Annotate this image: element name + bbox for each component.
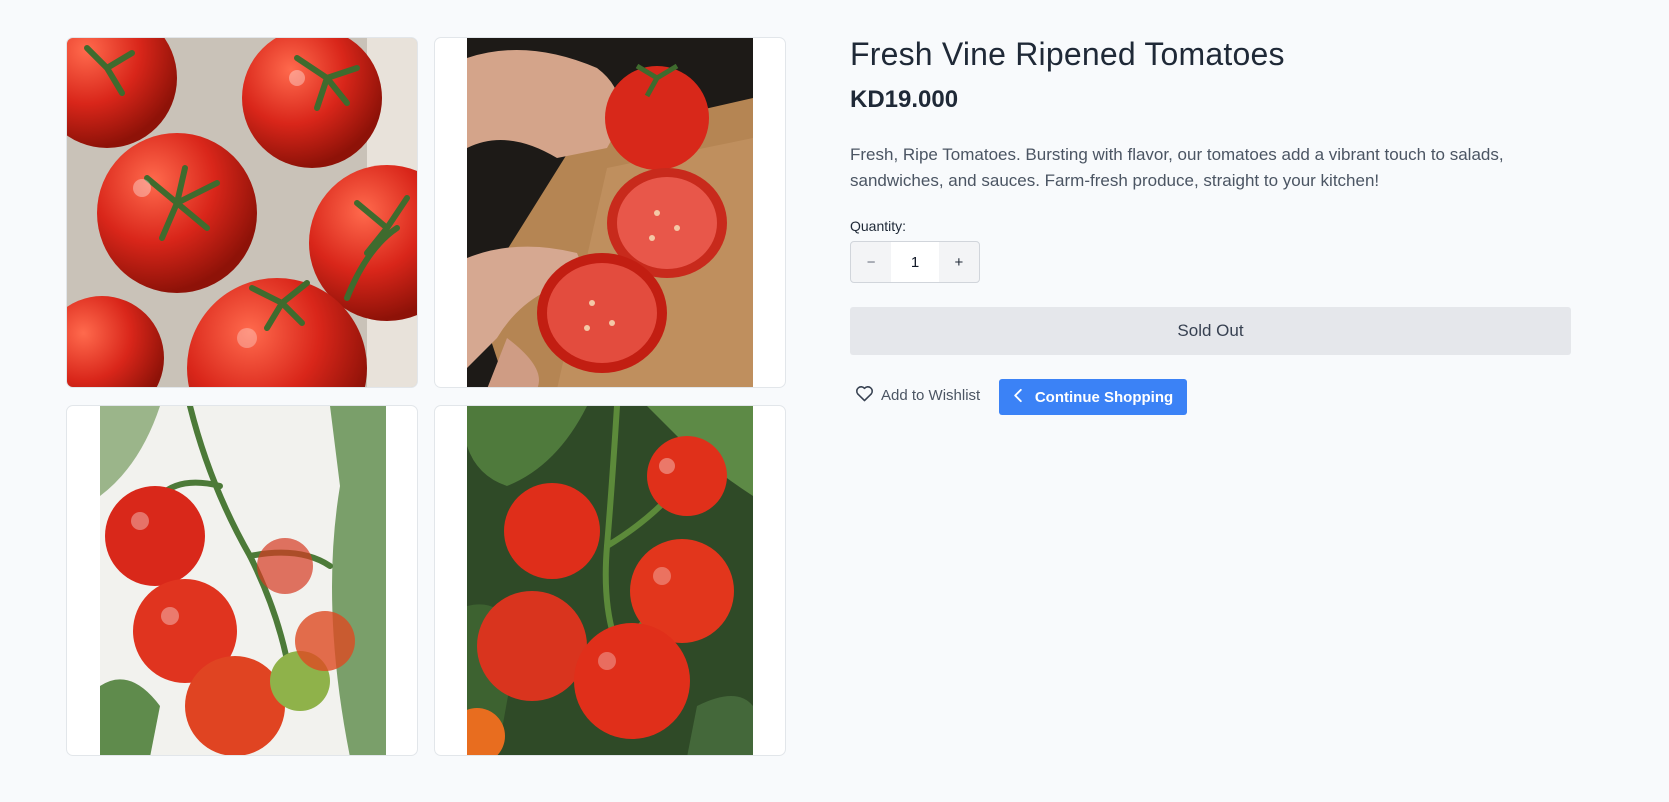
product-image-1[interactable] xyxy=(66,37,418,388)
product-gallery xyxy=(66,37,786,757)
sold-out-label: Sold Out xyxy=(1177,321,1244,340)
heart-icon xyxy=(855,384,874,406)
product-image-4[interactable] xyxy=(434,405,786,756)
add-to-wishlist-button[interactable]: Add to Wishlist xyxy=(855,384,980,406)
increment-button[interactable]: + xyxy=(939,242,979,282)
continue-shopping-label: Continue Shopping xyxy=(1034,388,1174,406)
quantity-input[interactable]: 1 xyxy=(891,242,939,282)
sold-out-button[interactable]: Sold Out xyxy=(850,307,1571,355)
tomato-pile-image xyxy=(67,38,417,387)
decrement-button[interactable]: − xyxy=(851,242,891,282)
product-title: Fresh Vine Ripened Tomatoes xyxy=(850,36,1285,72)
product-image-2[interactable] xyxy=(434,37,786,388)
tomato-cutting-board-image xyxy=(467,38,753,387)
tomato-cluster-leaves-image xyxy=(467,406,753,755)
quantity-stepper: − 1 + xyxy=(850,241,980,283)
product-image-3[interactable] xyxy=(66,405,418,756)
product-price: KD19.000 xyxy=(850,86,959,113)
chevron-left-icon xyxy=(1013,388,1023,407)
quantity-label: Quantity: xyxy=(850,218,907,234)
product-description: Fresh, Ripe Tomatoes. Bursting with flav… xyxy=(850,145,1504,190)
wishlist-label: Add to Wishlist xyxy=(881,386,981,404)
continue-shopping-button[interactable]: Continue Shopping xyxy=(999,379,1187,415)
tomato-vine-greenhouse-image xyxy=(100,406,386,755)
